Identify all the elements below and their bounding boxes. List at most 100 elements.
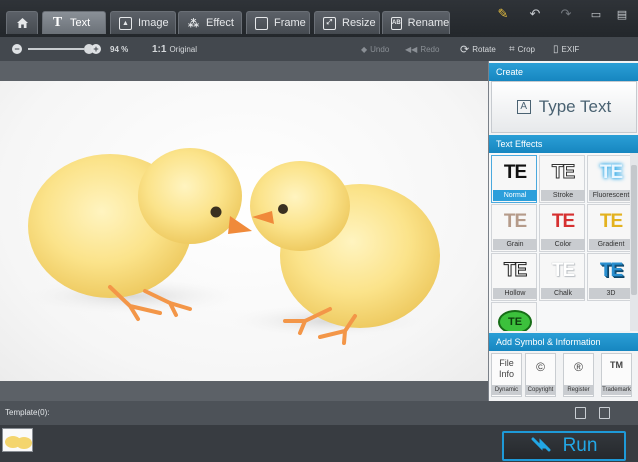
tab-effect-label: Effect	[206, 17, 234, 29]
text-panel: Create A Type Text Text Effects TE Norma…	[488, 61, 638, 401]
trademark-icon: TM	[610, 360, 623, 370]
effect-color-label: Color	[541, 239, 585, 250]
zoom-out-button[interactable]: −	[12, 37, 22, 61]
rotate-label: Rotate	[472, 44, 496, 54]
rename-icon: AB	[391, 16, 402, 30]
save-template-icon[interactable]	[575, 407, 586, 419]
run-label: Run	[562, 435, 598, 456]
text-box-icon: A	[516, 100, 531, 114]
thumbnail-item[interactable]	[2, 428, 33, 452]
undo-button[interactable]: ◆ Undo	[361, 37, 389, 61]
comment-icon[interactable]: ▭	[587, 4, 605, 24]
effect-gradient[interactable]: TE Gradient	[587, 204, 633, 252]
effect-color[interactable]: TE Color	[539, 204, 585, 252]
run-icon	[531, 437, 551, 452]
tab-rename[interactable]: AB Rename	[382, 11, 450, 34]
original-button[interactable]: 1:1 Original	[152, 37, 197, 61]
zoom-slider[interactable]	[28, 48, 84, 50]
effect-gradient-label: Gradient	[589, 239, 633, 250]
effect-fluorescent[interactable]: TE Fluorescent	[587, 155, 633, 203]
home-icon	[17, 18, 28, 28]
effect-fluorescent-preview: TE	[599, 162, 623, 183]
rotate-icon: ⟳	[460, 43, 470, 56]
zoom-value-wrap: 94 %	[110, 37, 128, 61]
template-list-icon[interactable]	[599, 407, 610, 419]
undo-label: Undo	[370, 44, 390, 54]
tab-effect[interactable]: ⁂ Effect	[178, 11, 242, 34]
copyright-icon: ©	[536, 360, 545, 374]
effect-extra[interactable]: TE	[491, 302, 537, 331]
tab-home[interactable]	[6, 11, 38, 34]
effect-normal-preview: TE	[503, 162, 527, 183]
symbol-register[interactable]: ® Register	[563, 353, 594, 397]
effect-grain[interactable]: TE Grain	[491, 204, 537, 252]
effect-stroke[interactable]: TE Stroke	[539, 155, 585, 203]
template-bar: Template(0):	[0, 401, 638, 425]
effect-extra-preview: TE	[498, 310, 532, 331]
zoom-in-icon: +	[91, 44, 101, 54]
exif-label: EXIF	[561, 44, 580, 54]
effect-normal[interactable]: TE Normal	[491, 155, 537, 203]
effect-chalk-label: Chalk	[541, 288, 585, 299]
magic-wand-icon: ⁂	[187, 17, 200, 30]
symbol-trademark-label: Trademark	[602, 385, 631, 395]
undo-icon[interactable]: ↶	[526, 4, 544, 24]
zoom-value: 94 %	[110, 44, 129, 54]
effect-grain-label: Grain	[493, 239, 537, 250]
effects-scrollbar-thumb[interactable]	[631, 165, 637, 295]
resize-icon: ⤢	[323, 16, 336, 30]
symbol-trademark[interactable]: TM Trademark	[601, 353, 632, 397]
symbol-file-info[interactable]: File Info Dynamic	[491, 353, 522, 397]
undo-arrow-icon: ◆	[361, 44, 368, 54]
original-label: Original	[169, 44, 198, 54]
tools-icon[interactable]: ✎	[494, 4, 512, 24]
redo-label: Redo	[420, 44, 440, 54]
canvas-margin-bottom	[0, 381, 488, 401]
top-tab-bar: T Text ▲ Image ⁂ Effect Frame ⤢ Resize A…	[0, 0, 638, 37]
exif-icon: ▯	[553, 43, 559, 55]
redo-button[interactable]: ◀◀ Redo	[405, 37, 439, 61]
rotate-button[interactable]: ⟳ Rotate	[460, 37, 496, 61]
run-button[interactable]: Run	[502, 431, 626, 461]
exif-button[interactable]: ▯ EXIF	[553, 37, 579, 61]
image-canvas[interactable]	[0, 81, 488, 381]
image-icon: ▲	[119, 16, 132, 30]
effect-hollow[interactable]: TE Hollow	[491, 253, 537, 301]
crop-button[interactable]: ⌗ Crop	[509, 37, 535, 61]
crop-label: Crop	[517, 44, 535, 54]
type-text-button[interactable]: A Type Text	[491, 81, 637, 133]
tab-frame[interactable]: Frame	[246, 11, 310, 34]
effect-3d[interactable]: TE 3D	[587, 253, 633, 301]
text-effects-header: Text Effects	[489, 135, 638, 153]
zoom-out-icon: −	[12, 44, 22, 54]
chicks-photo	[20, 148, 440, 345]
frame-icon	[255, 16, 268, 30]
tab-resize[interactable]: ⤢ Resize	[314, 11, 380, 34]
tab-image[interactable]: ▲ Image	[110, 11, 176, 34]
tab-text[interactable]: T Text	[42, 11, 106, 34]
create-header: Create	[489, 63, 638, 81]
effect-normal-label: Normal	[493, 190, 537, 201]
symbol-dynamic-label: Dynamic	[492, 385, 521, 395]
tab-text-label: Text	[70, 17, 91, 29]
menu-icon[interactable]: ▤	[613, 4, 631, 24]
redo-icon[interactable]: ↷	[557, 4, 575, 24]
effect-stroke-preview: TE	[551, 162, 575, 184]
text-icon: T	[52, 15, 63, 30]
type-text-label: Type Text	[538, 97, 612, 116]
effect-stroke-label: Stroke	[541, 190, 585, 201]
tab-resize-label: Resize	[342, 17, 376, 29]
toolbar: − + 94 % 1:1 Original ◆ Undo ◀◀ Redo ⟳ R…	[0, 37, 638, 61]
symbol-copyright[interactable]: © Copyright	[525, 353, 556, 397]
symbol-copyright-label: Copyright	[526, 385, 555, 395]
effect-hollow-label: Hollow	[493, 288, 537, 299]
original-size-icon: 1:1	[152, 43, 167, 55]
symbol-register-label: Register	[564, 385, 593, 395]
effect-chalk-preview: TE	[551, 260, 575, 281]
effect-grain-preview: TE	[503, 211, 527, 232]
effect-color-preview: TE	[551, 211, 575, 232]
file-info-icon: File Info	[498, 358, 514, 379]
effect-chalk[interactable]: TE Chalk	[539, 253, 585, 301]
thumbnail-image	[5, 436, 32, 449]
zoom-in-button[interactable]: +	[91, 37, 101, 61]
